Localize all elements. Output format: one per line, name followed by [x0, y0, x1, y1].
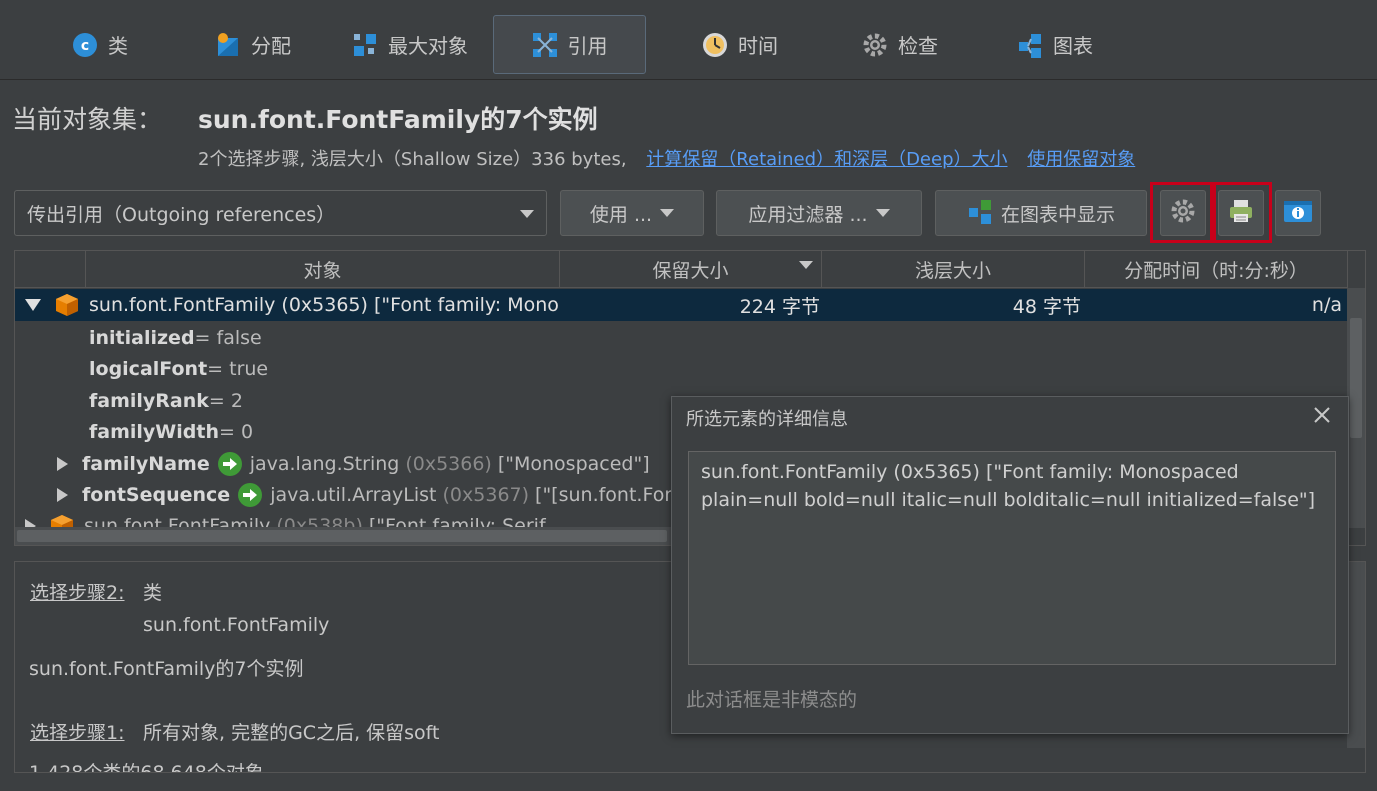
- tab-classes[interactable]: c 类: [40, 15, 160, 74]
- graph-icon: [1017, 32, 1043, 58]
- column-header-expand: [15, 251, 86, 287]
- highlight-box: [1213, 182, 1272, 243]
- selection-step-1-link[interactable]: 选择步骤1:: [30, 718, 125, 745]
- tab-time[interactable]: 时间: [690, 15, 790, 74]
- shallow-size: 48 字节: [1012, 295, 1081, 318]
- field-value: = true: [207, 358, 269, 380]
- retained-size: 224 字节: [739, 295, 820, 318]
- sort-desc-icon: [799, 261, 813, 269]
- reference-type: java.util.ArrayList: [270, 484, 437, 506]
- column-header-alloc-time[interactable]: 分配时间（时:分:秒）: [1085, 251, 1348, 287]
- details-dialog: 所选元素的详细信息 sun.font.FontFamily (0x5365) […: [671, 396, 1349, 734]
- collapse-icon[interactable]: [25, 299, 41, 311]
- scrollbar-thumb[interactable]: [17, 530, 667, 542]
- column-header-shallow[interactable]: 浅层大小: [822, 251, 1085, 287]
- field-name: initialized: [89, 327, 195, 349]
- close-icon[interactable]: [1310, 403, 1334, 427]
- expand-icon[interactable]: [57, 488, 68, 502]
- apply-filter-label: 应用过滤器 ...: [748, 203, 868, 226]
- reference-id: (0x5366): [405, 453, 492, 475]
- object-instance-icon: [55, 293, 79, 317]
- use-button[interactable]: 使用 ...: [560, 190, 704, 236]
- graph-icon: [967, 198, 993, 229]
- dialog-title: 所选元素的详细信息: [686, 409, 848, 430]
- biggest-objects-icon: [352, 32, 378, 58]
- object-name: sun.font.FontFamily (0x5365) ["Font fami…: [89, 294, 559, 316]
- selection-step-2-link[interactable]: 选择步骤2:: [30, 578, 125, 605]
- reference-id: (0x5367): [442, 484, 530, 506]
- apply-filter-button[interactable]: 应用过滤器 ...: [716, 190, 922, 236]
- view-tab-bar: c 类 分配 最大对象 引用 时间 检查 图表: [0, 0, 1377, 80]
- step-2-result: sun.font.FontFamily的7个实例: [29, 658, 304, 680]
- reference-name: fontSequence: [82, 484, 231, 506]
- chevron-down-icon: [520, 210, 534, 218]
- details-line-1: sun.font.FontFamily (0x5365) ["Font fami…: [701, 461, 1239, 483]
- details-button[interactable]: [1275, 190, 1321, 236]
- field-name: familyWidth: [89, 421, 219, 443]
- view-select-value: 传出引用（Outgoing references）: [27, 203, 336, 226]
- step-2-type: 类: [143, 582, 163, 604]
- use-retained-link[interactable]: 使用保留对象: [1027, 149, 1135, 170]
- vertical-scrollbar[interactable]: [1347, 288, 1365, 528]
- svg-text:c: c: [81, 38, 89, 54]
- references-icon: [532, 32, 558, 58]
- step-1-result: 1,428个类的68,648个对象: [29, 762, 264, 773]
- field-name: logicalFont: [89, 358, 208, 380]
- details-line-2: plain=null bold=null italic=null boldita…: [701, 489, 1316, 511]
- field-value: = 2: [208, 390, 243, 412]
- class-icon: c: [72, 32, 98, 58]
- show-in-graph-label: 在图表中显示: [1000, 203, 1115, 226]
- list-item[interactable]: initialized = false: [15, 322, 1348, 354]
- reference-value: ["Monospaced"]: [497, 453, 650, 475]
- scrollbar-thumb[interactable]: [1350, 318, 1362, 438]
- expand-icon[interactable]: [57, 457, 68, 471]
- chevron-down-icon: [875, 209, 890, 217]
- time-icon: [702, 32, 728, 58]
- current-set-label: 当前对象集：: [12, 105, 163, 134]
- shallow-size-info: 2个选择步骤, 浅层大小（Shallow Size）336 bytes,: [198, 149, 627, 170]
- highlight-box: [1150, 182, 1213, 243]
- table-row[interactable]: sun.font.FontFamily (0x5365) ["Font fami…: [15, 289, 1348, 321]
- show-in-graph-button[interactable]: 在图表中显示: [935, 190, 1147, 236]
- chevron-down-icon: [660, 209, 675, 217]
- dialog-modeless-note: 此对话框是非模态的: [686, 689, 858, 711]
- page-title: sun.font.FontFamily的7个实例: [198, 105, 598, 134]
- tab-inspections[interactable]: 检查: [850, 15, 950, 74]
- step-1-desc: 所有对象, 完整的GC之后, 保留soft: [143, 722, 440, 744]
- view-select-dropdown[interactable]: 传出引用（Outgoing references）: [14, 190, 547, 236]
- reference-name: familyName: [82, 453, 210, 475]
- field-name: familyRank: [89, 390, 209, 412]
- step-2-class: sun.font.FontFamily: [143, 614, 330, 636]
- arrow-right-icon: [217, 452, 242, 476]
- column-header-object[interactable]: 对象: [86, 251, 560, 287]
- arrow-right-icon: [238, 483, 263, 507]
- inspections-icon: [862, 32, 888, 58]
- tab-graph[interactable]: 图表: [1010, 15, 1100, 74]
- list-item[interactable]: logicalFont = true: [15, 353, 1348, 385]
- tab-allocations[interactable]: 分配: [188, 15, 318, 74]
- use-button-label: 使用 ...: [589, 203, 653, 226]
- calculate-retained-link[interactable]: 计算保留（Retained）和深层（Deep）大小: [646, 149, 1007, 170]
- alloc-time: n/a: [1311, 294, 1342, 316]
- table-header: 对象 保留大小 浅层大小 分配时间（时:分:秒）: [15, 251, 1348, 288]
- column-header-retained[interactable]: 保留大小: [560, 251, 822, 287]
- details-text-area[interactable]: sun.font.FontFamily (0x5365) ["Font fami…: [688, 451, 1336, 665]
- object-set-info: 2个选择步骤, 浅层大小（Shallow Size）336 bytes, 计算保…: [198, 145, 1135, 171]
- vertical-scrollbar[interactable]: [1347, 562, 1365, 748]
- field-value: = false: [194, 327, 262, 349]
- info-window-icon: [1283, 198, 1313, 229]
- reference-type: java.lang.String: [249, 453, 400, 475]
- tab-biggest-objects[interactable]: 最大对象: [340, 15, 480, 74]
- field-value: = 0: [218, 421, 254, 443]
- allocation-icon: [215, 32, 241, 58]
- tab-references[interactable]: 引用: [493, 15, 646, 74]
